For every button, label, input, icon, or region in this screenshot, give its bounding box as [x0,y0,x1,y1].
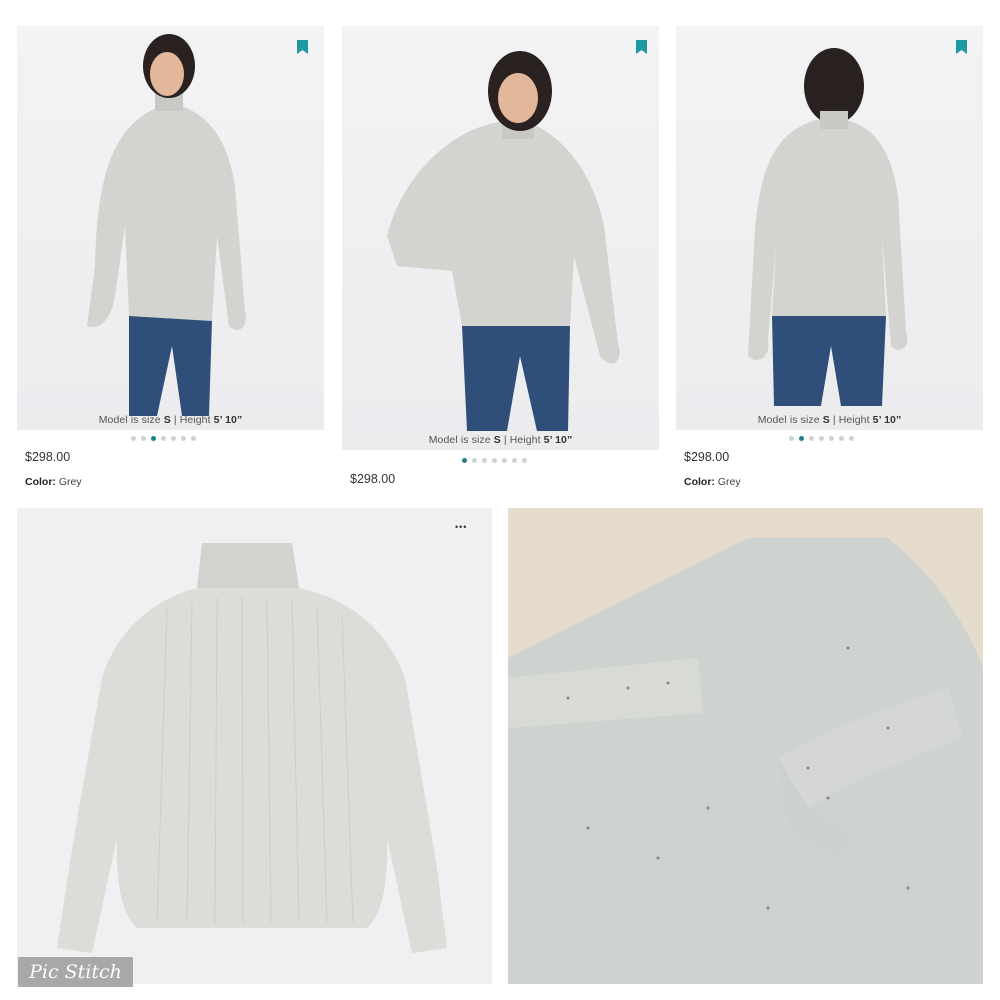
carousel-dot[interactable] [492,458,497,463]
product-photo-front[interactable]: Model is size S | Height 5’ 10” [17,26,324,430]
carousel-dot[interactable] [839,436,844,441]
color-label: Color: Grey [25,476,82,488]
carousel-dot[interactable] [472,458,477,463]
carousel-dot[interactable] [799,436,804,441]
carousel-dot[interactable] [191,436,196,441]
carousel-dot[interactable] [171,436,176,441]
carousel-dot[interactable] [141,436,146,441]
bookmark-icon[interactable] [956,40,967,54]
carousel-dot[interactable] [829,436,834,441]
carousel-dot[interactable] [462,458,467,463]
sweater-flatlay-illustration [57,543,447,953]
model-illustration [87,34,246,416]
carousel-dot[interactable] [789,436,794,441]
carousel-dot[interactable] [809,436,814,441]
product-photo-back[interactable]: Model is size S | Height 5’ 10” [676,26,983,430]
carousel-dots[interactable] [789,436,854,441]
more-options-icon[interactable]: ••• [455,522,467,532]
carousel-dots[interactable] [462,458,527,463]
carousel-dot[interactable] [512,458,517,463]
model-illustration [748,48,908,406]
product-photo-pose[interactable]: Model is size S | Height 5’ 10” [342,26,659,450]
pic-stitch-watermark: Pic Stitch [18,957,133,987]
carousel-dot[interactable] [181,436,186,441]
carousel-dot[interactable] [522,458,527,463]
price-label: $298.00 [350,472,396,486]
carousel-dots[interactable] [131,436,196,441]
carousel-dot[interactable] [849,436,854,441]
model-size-caption: Model is size S | Height 5’ 10” [428,434,573,446]
carousel-dot[interactable] [482,458,487,463]
carousel-dot[interactable] [502,458,507,463]
product-flatlay-photo[interactable]: ••• [17,508,492,984]
carousel-dot[interactable] [819,436,824,441]
carousel-dot[interactable] [131,436,136,441]
price-label: $298.00 [25,450,71,464]
bookmark-icon[interactable] [636,40,647,54]
color-label: Color: Grey [684,476,741,488]
carousel-dot[interactable] [151,436,156,441]
model-size-caption: Model is size S | Height 5’ 10” [757,414,902,426]
bookmark-icon[interactable] [297,40,308,54]
model-size-caption: Model is size S | Height 5’ 10” [98,414,243,426]
carousel-dot[interactable] [161,436,166,441]
sweater-on-quilt-illustration [508,508,983,984]
price-label: $298.00 [684,450,730,464]
model-illustration [387,51,620,431]
customer-photo[interactable] [508,508,983,984]
